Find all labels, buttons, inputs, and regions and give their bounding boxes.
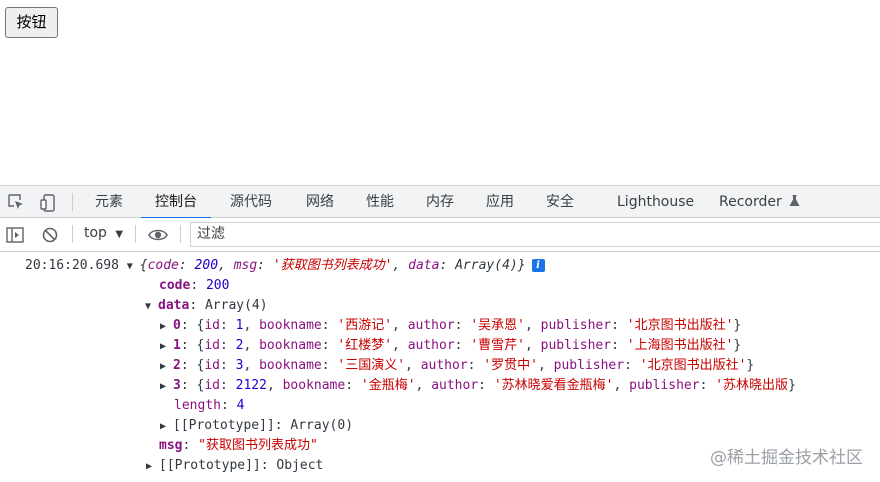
item-bookname: '金瓶梅' — [360, 378, 416, 393]
devtools-panel: 元素 控制台 源代码 网络 性能 内存 应用 安全 Lighthouse Rec… — [0, 185, 880, 482]
item-bookname: '西游记' — [337, 318, 393, 333]
item-id: 2122 — [235, 378, 267, 393]
item-author: '罗贯中' — [483, 358, 538, 373]
collapse-triangle-icon[interactable]: ▶ — [160, 317, 173, 337]
array-item-row[interactable]: ▶ 3: {id: 2122, bookname: '金瓶梅', author: … — [160, 376, 880, 396]
property-value: Array(4) — [204, 298, 268, 313]
filter-input[interactable]: 过滤 — [190, 222, 880, 247]
brace: { — [139, 258, 148, 273]
brace: } — [517, 258, 526, 273]
summary-msg-value: '获取图书列表成功' — [272, 258, 393, 273]
item-author: '吴承恩' — [470, 318, 525, 333]
tab-application[interactable]: 应用 — [486, 186, 514, 218]
property-value: Object — [276, 458, 324, 473]
array-index: 0 — [173, 318, 181, 333]
context-selector[interactable]: top ▼ — [84, 225, 123, 241]
page-button[interactable]: 按钮 — [5, 7, 58, 38]
summary-msg-key: msg — [233, 258, 258, 273]
summary-code-key: code — [147, 258, 179, 273]
array-item-row[interactable]: ▶ 2: {id: 3, bookname: '三国演义', author: '罗… — [160, 356, 754, 376]
collapse-triangle-icon[interactable]: ▶ — [146, 457, 159, 477]
property-value: "获取图书列表成功" — [198, 438, 318, 453]
collapse-triangle-icon[interactable]: ▶ — [160, 357, 173, 377]
property-row-code: code: 200 — [159, 278, 230, 293]
device-toolbar-icon[interactable] — [40, 194, 56, 212]
summary-data-key: data — [408, 258, 440, 273]
summary-code-value: 200 — [194, 258, 219, 273]
item-author: '苏林晓爱看金瓶梅' — [493, 378, 614, 393]
tab-memory[interactable]: 内存 — [426, 186, 454, 218]
log-timestamp: 20:16:20.698 — [25, 258, 119, 273]
tab-performance[interactable]: 性能 — [366, 186, 394, 218]
expand-triangle-icon[interactable]: ▼ — [145, 297, 158, 317]
tab-sources[interactable]: 源代码 — [230, 186, 272, 218]
info-icon[interactable]: i — [531, 259, 545, 272]
tab-elements[interactable]: 元素 — [95, 186, 123, 218]
property-key: msg — [159, 438, 183, 453]
array-index: 1 — [173, 338, 181, 353]
item-bookname: '红楼梦' — [337, 338, 393, 353]
clear-console-icon[interactable] — [42, 227, 58, 243]
tab-console[interactable]: 控制台 — [141, 186, 211, 219]
property-row-msg: msg: "获取图书列表成功" — [159, 438, 318, 453]
toolbar-divider — [180, 225, 181, 243]
tab-network[interactable]: 网络 — [306, 186, 334, 218]
property-key: [[Prototype]] — [159, 458, 261, 473]
property-value: 200 — [205, 278, 230, 293]
property-value: Array(0) — [290, 418, 354, 433]
watermark: @稀土掘金技术社区 — [710, 448, 863, 468]
console-toolbar: top ▼ 过滤 — [0, 218, 880, 252]
object-prototype-row[interactable]: ▶ [[Prototype]]: Object — [146, 456, 323, 476]
tab-lighthouse[interactable]: Lighthouse — [617, 186, 694, 218]
expand-triangle-icon[interactable]: ▼ — [127, 257, 140, 277]
flask-icon — [786, 194, 800, 210]
collapse-triangle-icon[interactable]: ▶ — [160, 377, 173, 396]
property-key: length — [174, 398, 221, 413]
toolbar-divider — [135, 225, 136, 243]
item-bookname: '三国演义' — [337, 358, 406, 373]
sidebar-toggle-icon[interactable] — [6, 227, 24, 243]
eye-icon[interactable] — [148, 227, 168, 243]
property-key: data — [158, 298, 190, 313]
tab-bar-divider — [72, 193, 73, 211]
context-selector-label: top — [84, 225, 107, 241]
property-row-data[interactable]: ▼ data: Array(4) — [145, 296, 268, 316]
item-publisher: '苏林晓出版 — [715, 378, 789, 393]
tab-security[interactable]: 安全 — [546, 186, 574, 218]
property-value: 4 — [236, 398, 245, 413]
property-key: code — [159, 278, 191, 293]
array-index: 2 — [173, 358, 181, 373]
collapse-triangle-icon[interactable]: ▶ — [160, 417, 173, 437]
inspect-element-icon[interactable] — [8, 194, 24, 210]
array-index: 3 — [173, 378, 181, 393]
dropdown-triangle-icon: ▼ — [115, 229, 124, 240]
array-item-row[interactable]: ▶ 0: {id: 1, bookname: '西游记', author: '吴承… — [160, 316, 741, 336]
array-item-row[interactable]: ▶ 1: {id: 2, bookname: '红楼梦', author: '曹雪… — [160, 336, 741, 356]
item-publisher: '北京图书出版社' — [639, 358, 747, 373]
collapse-triangle-icon[interactable]: ▶ — [160, 337, 173, 357]
array-prototype-row[interactable]: ▶ [[Prototype]]: Array(0) — [160, 416, 353, 436]
property-row-length: length: 4 — [174, 398, 245, 413]
toolbar-divider — [72, 225, 73, 243]
devtools-tab-bar: 元素 控制台 源代码 网络 性能 内存 应用 安全 Lighthouse Rec… — [0, 185, 880, 219]
summary-data-value: Array(4) — [455, 258, 518, 273]
item-publisher: '北京图书出版社' — [626, 318, 734, 333]
tab-recorder-label: Recorder — [719, 194, 782, 210]
property-key: [[Prototype]] — [173, 418, 275, 433]
tab-recorder[interactable]: Recorder — [719, 186, 800, 218]
console-log-entry[interactable]: 20:16:20.698 ▼ {code: 200, msg: '获取图书列表成功… — [25, 256, 545, 276]
item-publisher: '上海图书出版社' — [626, 338, 734, 353]
item-author: '曹雪芹' — [470, 338, 525, 353]
